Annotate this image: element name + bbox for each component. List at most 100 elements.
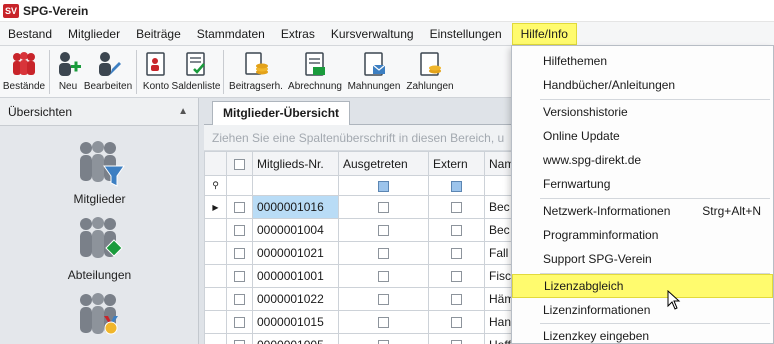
menuitem-fernwartung[interactable]: Fernwartung <box>512 172 773 196</box>
table-row[interactable]: 0000001021 Fall <box>204 241 525 265</box>
bestaende-label: Bestände <box>2 81 46 92</box>
select-all-checkbox[interactable] <box>226 151 253 176</box>
row-checkbox[interactable] <box>226 195 253 219</box>
checkbox-icon <box>451 294 462 306</box>
overview-item-mitglieder[interactable]: Mitglieder <box>0 138 199 206</box>
menuitem-versionshistorie[interactable]: Versionshistorie <box>512 100 773 124</box>
zahlungen-button[interactable]: Zahlungen <box>403 46 457 98</box>
cell-ausgetreten[interactable] <box>338 195 429 219</box>
menuitem-lizenzkey-eingeben[interactable]: Lizenzkey eingeben <box>512 324 773 344</box>
checkbox-icon <box>451 317 462 329</box>
chevron-up-icon[interactable]: ▲ <box>178 106 188 117</box>
overview-item-awards[interactable] <box>0 290 199 342</box>
menuitem-handbuecher[interactable]: Handbücher/Anleitungen <box>512 73 773 97</box>
menuitem-programminformation[interactable]: Programminformation <box>512 223 773 247</box>
menuitem-website[interactable]: www.spg-direkt.de <box>512 148 773 172</box>
table-row[interactable]: 0000001022 Häm <box>204 287 525 311</box>
abrechnung-button[interactable]: Abrechnung <box>285 46 345 98</box>
overview-item-abteilungen[interactable]: Abteilungen <box>0 214 199 282</box>
menuitem-lizenzinformationen[interactable]: Lizenzinformationen <box>512 298 773 322</box>
checkbox-icon <box>234 158 245 170</box>
cell-mitglieds-nr[interactable]: 0000001001 <box>252 264 339 288</box>
row-checkbox[interactable] <box>226 333 253 344</box>
cell-mitglieds-nr[interactable]: 0000001005 <box>252 333 339 344</box>
zahlungen-label: Zahlungen <box>406 81 454 92</box>
column-header-ausgetreten[interactable]: Ausgetreten <box>338 151 429 176</box>
toolbar-separator <box>49 50 50 94</box>
app-logo: SV <box>3 3 19 18</box>
cell-mitglieds-nr[interactable]: 0000001016 <box>252 195 339 219</box>
cell-extern[interactable] <box>428 218 485 242</box>
menuitem-support[interactable]: Support SPG-Verein <box>512 247 773 271</box>
menuitem-netzwerk-informationen[interactable]: Netzwerk-Informationen Strg+Alt+N <box>512 199 773 223</box>
checkbox-icon <box>234 340 245 344</box>
cell-ausgetreten[interactable] <box>338 333 429 344</box>
checkbox-icon <box>451 271 462 283</box>
cell-extern[interactable] <box>428 310 485 334</box>
cell-extern[interactable] <box>428 241 485 265</box>
saldenliste-button[interactable]: Saldenliste <box>172 46 220 98</box>
cell-ausgetreten[interactable] <box>338 241 429 265</box>
filter-cell-extern[interactable] <box>428 175 485 196</box>
cell-mitglieds-nr[interactable]: 0000001015 <box>252 310 339 334</box>
cell-ausgetreten[interactable] <box>338 264 429 288</box>
menu-kursverwaltung[interactable]: Kursverwaltung <box>323 23 422 45</box>
menu-extras[interactable]: Extras <box>273 23 323 45</box>
cell-ausgetreten[interactable] <box>338 310 429 334</box>
checkbox-icon <box>378 317 389 329</box>
overview-header[interactable]: Übersichten ▲ <box>0 98 198 126</box>
members-filter-icon <box>79 141 125 187</box>
menuitem-hilfethemen[interactable]: Hilfethemen <box>512 49 773 73</box>
tab-mitglieder-uebersicht[interactable]: Mitglieder-Übersicht <box>212 101 351 125</box>
grid-header-row: Mitglieds-Nr. Ausgetreten Extern Nam <box>204 151 525 176</box>
table-row[interactable]: 0000001015 Han <box>204 310 525 334</box>
cell-ausgetreten[interactable] <box>338 218 429 242</box>
menuitem-online-update[interactable]: Online Update <box>512 124 773 148</box>
cell-mitglieds-nr[interactable]: 0000001022 <box>252 287 339 311</box>
cell-mitglieds-nr[interactable]: 0000001021 <box>252 241 339 265</box>
mahnungen-label: Mahnungen <box>347 81 401 92</box>
table-row[interactable]: ▶ 0000001016 Bec <box>204 195 525 219</box>
menu-bestand[interactable]: Bestand <box>0 23 60 45</box>
account-document-icon <box>146 52 165 76</box>
mahnungen-button[interactable]: Mahnungen <box>345 46 403 98</box>
checkbox-icon <box>234 271 245 283</box>
neu-button[interactable]: Neu <box>53 46 83 98</box>
bestaende-button[interactable]: Bestände <box>2 46 46 98</box>
cell-extern[interactable] <box>428 333 485 344</box>
table-row[interactable]: 0000001001 Fisch <box>204 264 525 288</box>
menu-einstellungen[interactable]: Einstellungen <box>422 23 510 45</box>
checkbox-icon <box>451 340 462 344</box>
menu-mitglieder[interactable]: Mitglieder <box>60 23 128 45</box>
cell-extern[interactable] <box>428 195 485 219</box>
row-indicator <box>204 218 227 242</box>
column-header-mitglieds-nr[interactable]: Mitglieds-Nr. <box>252 151 339 176</box>
row-checkbox[interactable] <box>226 264 253 288</box>
cell-extern[interactable] <box>428 287 485 311</box>
filter-cell[interactable] <box>226 175 253 196</box>
row-checkbox[interactable] <box>226 241 253 265</box>
menu-hilfe-info[interactable]: Hilfe/Info <box>511 22 577 45</box>
row-checkbox[interactable] <box>226 287 253 311</box>
menu-stammdaten[interactable]: Stammdaten <box>189 23 273 45</box>
overview-panel: Übersichten ▲ Mitglieder Abteilungen <box>0 98 199 344</box>
column-header-extern[interactable]: Extern <box>428 151 485 176</box>
menu-beitraege[interactable]: Beiträge <box>128 23 189 45</box>
konto-button[interactable]: Konto <box>140 46 172 98</box>
table-row[interactable]: 0000001005 Hoff <box>204 333 525 344</box>
row-indicator <box>204 241 227 265</box>
filter-cell-ausgetreten[interactable] <box>338 175 429 196</box>
cell-mitglieds-nr[interactable]: 0000001004 <box>252 218 339 242</box>
checkbox-icon <box>451 248 462 260</box>
filter-cell-mitglieds-nr[interactable] <box>252 175 339 196</box>
menuitem-lizenzabgleich[interactable]: Lizenzabgleich <box>512 274 773 298</box>
row-checkbox[interactable] <box>226 310 253 334</box>
bearbeiten-button[interactable]: Bearbeiten <box>83 46 133 98</box>
cell-ausgetreten[interactable] <box>338 287 429 311</box>
table-row[interactable]: 0000001004 Bec <box>204 218 525 242</box>
checkbox-icon <box>378 248 389 260</box>
beitragserh-button[interactable]: Beitragserh. <box>227 46 285 98</box>
cell-extern[interactable] <box>428 264 485 288</box>
row-checkbox[interactable] <box>226 218 253 242</box>
bearbeiten-label: Bearbeiten <box>83 81 133 92</box>
